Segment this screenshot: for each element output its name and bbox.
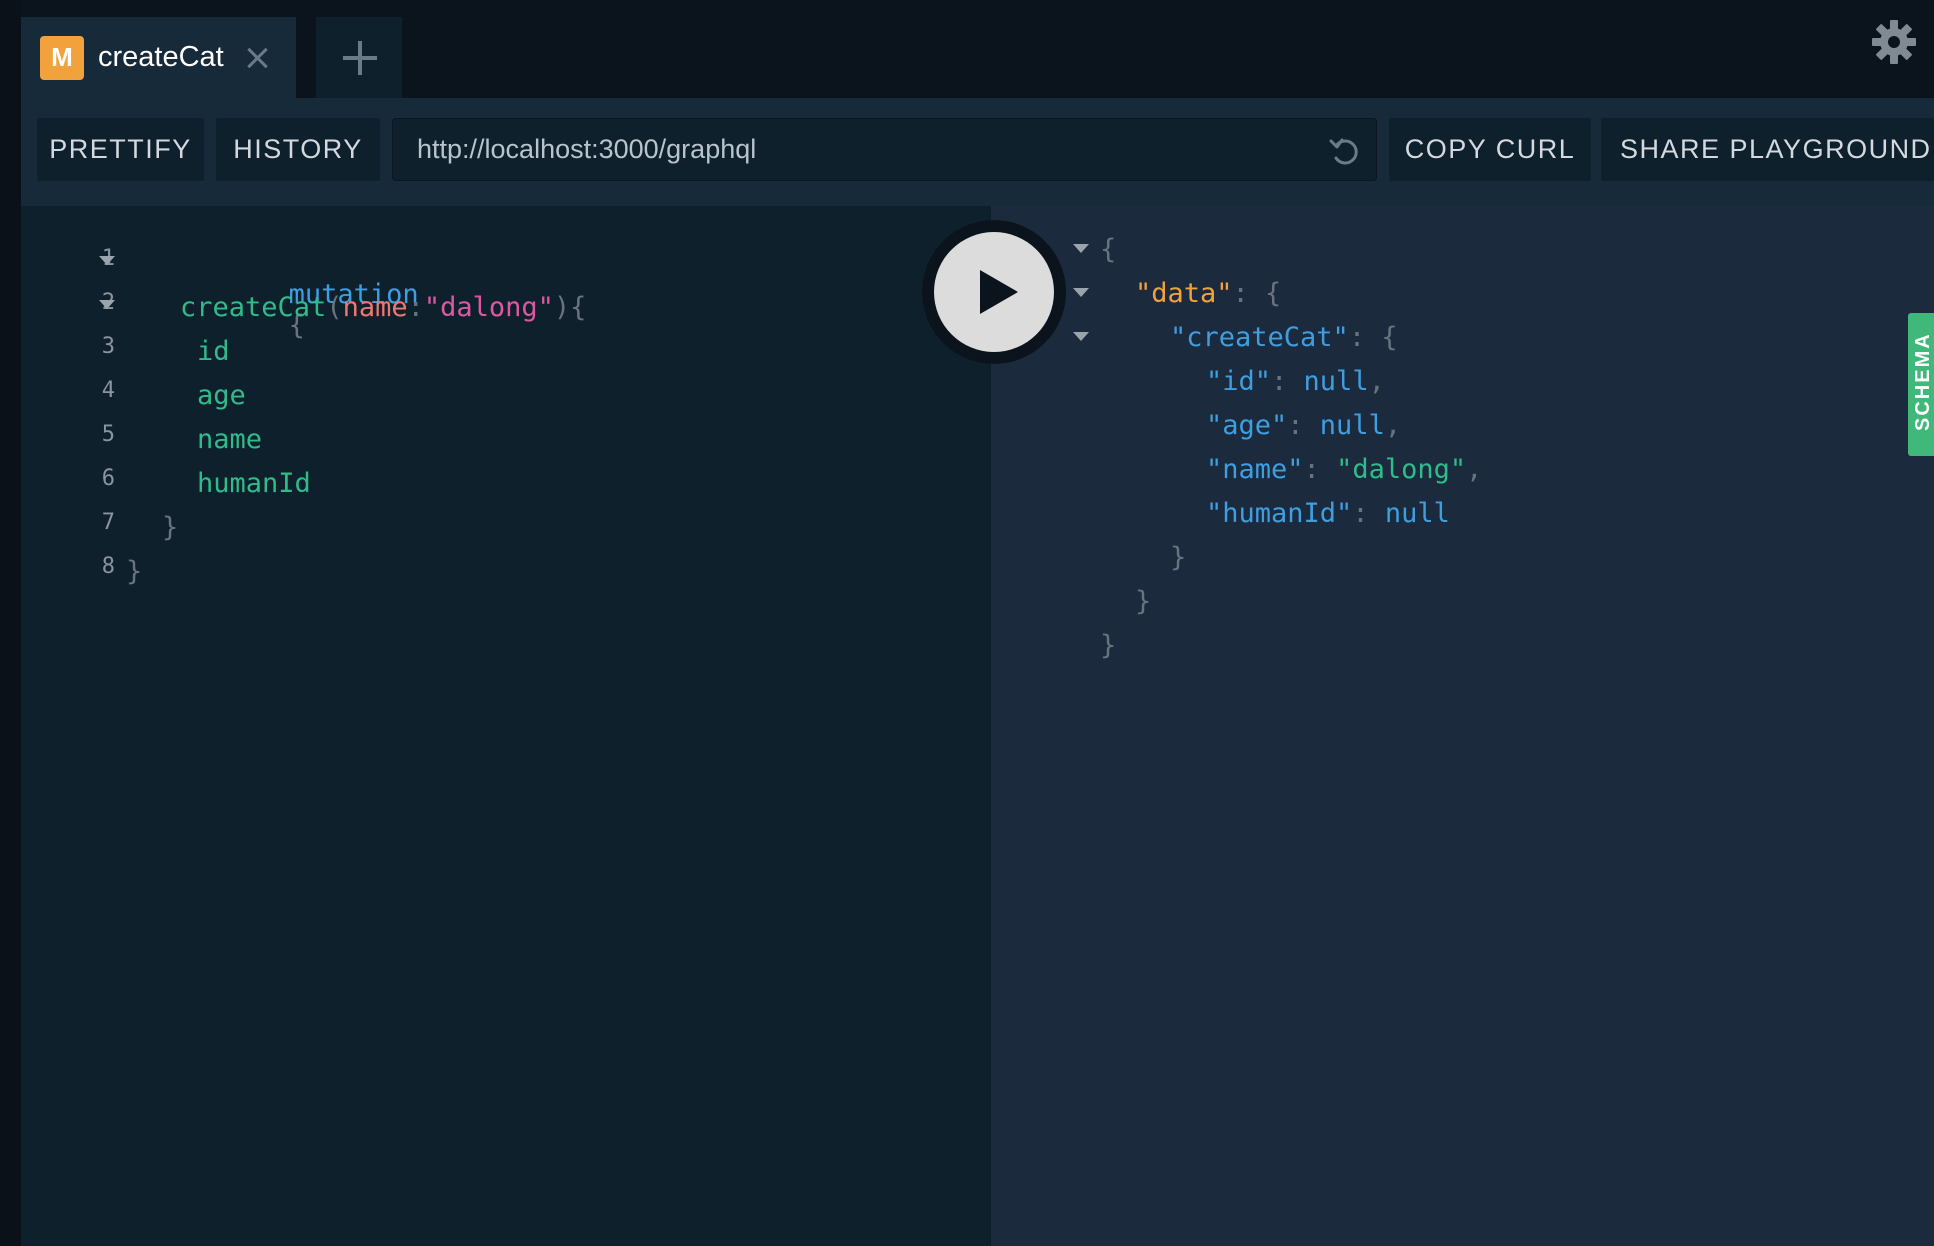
line-number: 7	[101, 510, 115, 535]
endpoint-url-text: http://localhost:3000/graphql	[417, 134, 757, 164]
prettify-button[interactable]: PRETTIFY	[37, 118, 204, 181]
toolbar: PRETTIFY HISTORY http://localhost:3000/g…	[21, 98, 1934, 206]
result-line: }	[991, 624, 1121, 668]
result-line: "humanId": null	[1206, 498, 1450, 529]
result-field-value: null	[1384, 498, 1450, 529]
result-field-value: null	[1303, 366, 1369, 397]
close-brace: }	[1100, 630, 1117, 661]
line-number: 3	[101, 334, 115, 359]
close-brace: }	[1135, 586, 1152, 617]
fold-arrow-icon[interactable]	[99, 300, 115, 309]
colon-brace: : {	[1232, 278, 1282, 309]
mutation-field: createCat	[180, 292, 327, 323]
play-icon[interactable]	[934, 232, 1054, 352]
fold-arrow-icon[interactable]	[1073, 288, 1089, 297]
code-line: 5 name	[21, 418, 262, 462]
line-number: 6	[101, 466, 115, 491]
share-playground-button[interactable]: SHARE PLAYGROUND	[1601, 118, 1934, 181]
code-line: 3 id	[21, 330, 230, 374]
close-brace: }	[1170, 542, 1187, 573]
result-line: "age": null,	[1206, 410, 1402, 441]
tab-bar: M createCat	[21, 0, 1934, 98]
argument-colon: :	[407, 292, 424, 323]
close-brace: }	[126, 556, 143, 587]
left-strip	[0, 0, 21, 1246]
tab-createcat[interactable]: M createCat	[21, 17, 296, 98]
fold-arrow-icon[interactable]	[99, 256, 115, 265]
reload-icon[interactable]	[1328, 134, 1362, 168]
query-editor[interactable]: 1 mutation { 2 createCat(name:"dalong"){…	[21, 206, 991, 1246]
code-line: 8 }	[21, 550, 151, 594]
colon-brace: : {	[1348, 322, 1398, 353]
execute-button-ring	[922, 220, 1066, 364]
fold-arrow-icon[interactable]	[1073, 332, 1089, 341]
plus-icon[interactable]	[316, 17, 402, 98]
code-line: 4 age	[21, 374, 246, 418]
result-line: "id": null,	[1206, 366, 1385, 397]
argument-name: name	[342, 292, 408, 323]
result-line: }	[991, 580, 1151, 624]
result-line: }	[991, 536, 1186, 580]
selection-field: name	[197, 424, 263, 455]
selection-field: humanId	[197, 468, 311, 499]
result-field-key: "humanId"	[1206, 498, 1353, 529]
copy-curl-button[interactable]: COPY CURL	[1389, 118, 1591, 181]
tab-title: createCat	[98, 41, 224, 73]
line-number: 4	[101, 378, 115, 403]
result-pane: { "data": { "createCat": { "id": null, "…	[991, 206, 1934, 1246]
close-brace: }	[162, 512, 179, 543]
result-line: "name": "dalong",	[1206, 454, 1483, 485]
close-paren-brace: ){	[553, 292, 587, 323]
schema-tab-label: SCHEMA	[1912, 332, 1934, 431]
argument-value: "dalong"	[423, 292, 554, 323]
result-key-createcat: "createCat"	[1170, 322, 1349, 353]
code-line: 1 mutation {	[21, 242, 419, 341]
result-key-data: "data"	[1135, 278, 1233, 309]
query-code: 1 mutation { 2 createCat(name:"dalong"){…	[21, 242, 586, 594]
history-button[interactable]: HISTORY	[216, 118, 380, 181]
endpoint-url-input[interactable]: http://localhost:3000/graphql	[392, 118, 1377, 181]
open-paren: (	[326, 292, 343, 323]
open-brace: {	[1100, 234, 1117, 265]
line-number: 8	[101, 554, 115, 579]
result-field-key: "id"	[1206, 366, 1272, 397]
tab-operation-badge: M	[40, 35, 84, 80]
code-line: 6 humanId	[21, 462, 311, 506]
selection-field: id	[197, 336, 230, 367]
code-line: 2 createCat(name:"dalong"){	[21, 286, 586, 330]
gear-icon[interactable]	[1870, 18, 1918, 66]
selection-field: age	[197, 380, 246, 411]
code-line: 7 }	[21, 506, 179, 550]
result-field-key: "name"	[1206, 454, 1304, 485]
graphql-playground: M createCat PRETTIFY HISTORY http://loca…	[0, 0, 1934, 1246]
result-field-value: "dalong"	[1336, 454, 1467, 485]
close-icon[interactable]	[244, 45, 270, 71]
line-number: 5	[101, 422, 115, 447]
schema-tab[interactable]: SCHEMA	[1908, 313, 1934, 456]
result-field-value: null	[1319, 410, 1385, 441]
result-field-key: "age"	[1206, 410, 1288, 441]
fold-arrow-icon[interactable]	[1073, 244, 1089, 253]
